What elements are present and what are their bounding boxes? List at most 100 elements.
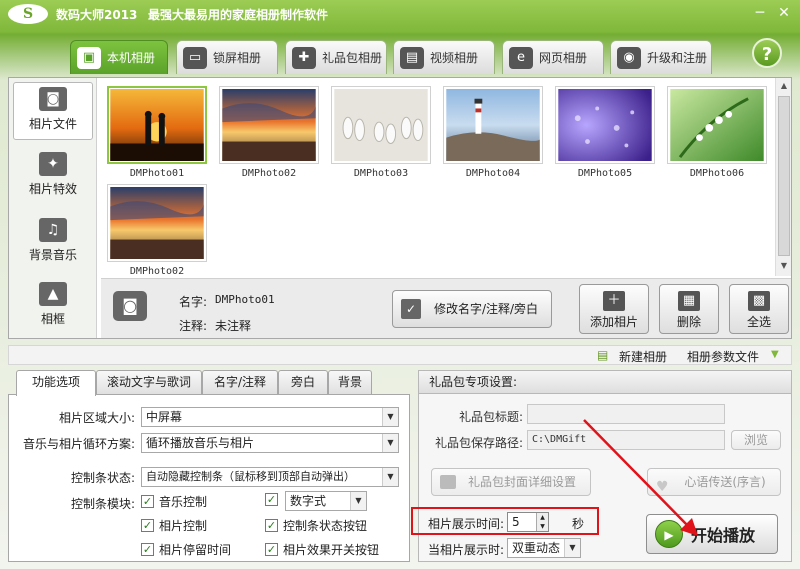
check-icon: ✓ bbox=[141, 543, 154, 556]
check-icon: ✓ bbox=[265, 543, 278, 556]
gift-icon: ✚ bbox=[292, 46, 316, 69]
nav-background-music[interactable]: ♫ 背景音乐 bbox=[13, 214, 93, 272]
tab-narration[interactable]: 旁白 bbox=[278, 370, 328, 394]
add-photo-button[interactable]: ＋ 添加相片 bbox=[579, 284, 649, 334]
minimize-button[interactable]: ─ bbox=[750, 4, 770, 22]
tab-upgrade-register[interactable]: ◉ 升级和注册 bbox=[610, 40, 712, 74]
effects-icon: ✦ bbox=[39, 152, 67, 176]
when-display-select[interactable]: 双重动态 ▼ bbox=[507, 538, 581, 558]
when-display-label: 当相片展示时: bbox=[427, 543, 504, 557]
photo-thumbnail[interactable] bbox=[107, 184, 207, 262]
button-label: 删除 bbox=[676, 315, 701, 329]
tab-local-album[interactable]: ▣ 本机相册 bbox=[70, 40, 168, 74]
note-value: 未注释 bbox=[215, 319, 252, 333]
button-label: 心语传送(序言) bbox=[684, 475, 766, 489]
photo-thumbnail[interactable] bbox=[443, 86, 543, 164]
tab-video-album[interactable]: ▤ 视频相册 bbox=[393, 40, 495, 74]
nav-photo-effects[interactable]: ✦ 相片特效 bbox=[13, 148, 93, 206]
digital-style-select[interactable]: 数字式 ▼ bbox=[285, 491, 367, 511]
nav-photo-frame[interactable]: ▲ 相框 bbox=[13, 278, 93, 336]
scroll-thumb[interactable] bbox=[778, 96, 790, 256]
digital-style-checkbox[interactable]: ✓ bbox=[265, 493, 283, 506]
delete-button[interactable]: ▦ 删除 bbox=[659, 284, 719, 334]
app-title: 数码大师2013 bbox=[56, 8, 138, 22]
button-label: 添加相片 bbox=[589, 315, 638, 329]
chevron-down-icon[interactable]: ▼ bbox=[771, 349, 779, 360]
camera-icon: ◙ bbox=[113, 291, 147, 321]
loop-scheme-label: 音乐与相片循环方案: bbox=[22, 437, 135, 451]
edit-name-note-button[interactable]: ✓ 修改名字/注释/旁白 bbox=[392, 290, 552, 328]
photo-thumbnail[interactable] bbox=[219, 86, 319, 164]
photo-grid: DMPhoto01 DMPhoto02 DMPhoto03 DMPhoto04 … bbox=[101, 80, 773, 277]
nav-label: 相片文件 bbox=[28, 117, 77, 131]
browse-button[interactable]: 浏览 bbox=[731, 430, 781, 450]
save-path-input[interactable]: C:\DMGift bbox=[527, 430, 725, 450]
tab-function-options[interactable]: 功能选项 bbox=[16, 370, 96, 396]
sunset-sea-image bbox=[110, 187, 204, 259]
tab-name-note[interactable]: 名字/注释 bbox=[202, 370, 278, 394]
tab-web-album[interactable]: e 网页相册 bbox=[502, 40, 604, 74]
album-params-link[interactable]: 相册参数文件 bbox=[687, 348, 759, 365]
stay-time-checkbox[interactable]: ✓ 相片停留时间 bbox=[141, 541, 231, 558]
checkbox-label: 相片停留时间 bbox=[159, 543, 232, 557]
photo-name: DMPhoto01 bbox=[129, 168, 185, 179]
photo-name: DMPhoto04 bbox=[465, 168, 521, 179]
heart-message-button[interactable]: ♥ 心语传送(序言) bbox=[647, 468, 781, 496]
lighthouse-image bbox=[446, 89, 540, 161]
button-label: 修改名字/注释/旁白 bbox=[433, 302, 539, 316]
start-play-button[interactable]: ▶ 开始播放 bbox=[646, 514, 778, 554]
area-size-select[interactable]: 中屏幕 ▼ bbox=[141, 407, 399, 427]
select-all-button[interactable]: ▩ 全选 bbox=[729, 284, 789, 334]
cover-settings-button[interactable]: 礼品包封面详细设置 bbox=[431, 468, 591, 496]
tab-label: 网页相册 bbox=[539, 51, 588, 65]
checkbox-label: 相片效果开关按钮 bbox=[283, 543, 380, 557]
photo-name: DMPhoto02 bbox=[129, 266, 185, 277]
photo-control-checkbox[interactable]: ✓ 相片控制 bbox=[141, 517, 207, 534]
photo-thumbnail[interactable] bbox=[331, 86, 431, 164]
effect-switch-checkbox[interactable]: ✓ 相片效果开关按钮 bbox=[265, 541, 379, 558]
area-size-label: 相片区域大小: bbox=[58, 411, 135, 425]
photo-thumbnail[interactable] bbox=[107, 86, 207, 164]
film-icon: ▤ bbox=[400, 46, 424, 69]
trash-icon: ▦ bbox=[678, 291, 700, 311]
controlbar-module-label: 控制条模块: bbox=[70, 497, 135, 511]
photo-name: DMPhoto06 bbox=[689, 168, 745, 179]
select-value: 双重动态 bbox=[512, 541, 561, 555]
chevron-down-icon: ▼ bbox=[382, 408, 398, 426]
tab-background[interactable]: 背景 bbox=[328, 370, 372, 394]
photo-album-icon: ▣ bbox=[77, 46, 101, 69]
add-photo-icon: ＋ bbox=[603, 291, 625, 311]
highlight-box bbox=[411, 507, 599, 535]
status-button-checkbox[interactable]: ✓ 控制条状态按钮 bbox=[265, 517, 367, 534]
tab-label: 礼品包相册 bbox=[322, 51, 383, 65]
loop-scheme-select[interactable]: 循环播放音乐与相片 ▼ bbox=[141, 433, 399, 453]
vertical-scrollbar[interactable]: ▲ ▼ bbox=[775, 78, 791, 276]
photo-thumbnail[interactable] bbox=[667, 86, 767, 164]
photo-thumbnail[interactable] bbox=[555, 86, 655, 164]
globe-icon: ◉ bbox=[617, 46, 641, 69]
controlbar-state-select[interactable]: 自动隐藏控制条（鼠标移到顶部自动弹出） ▼ bbox=[141, 467, 399, 487]
note-label: 注释: bbox=[179, 319, 208, 333]
purple-drops-image bbox=[558, 89, 652, 161]
camera-icon: ◙ bbox=[39, 87, 67, 111]
album-toolbar: ▤ 新建相册 相册参数文件 ▼ bbox=[8, 345, 792, 365]
package-title-input[interactable] bbox=[527, 404, 725, 424]
main-tabs: ▣ 本机相册 ▭ 锁屏相册 ✚ 礼品包相册 ▤ 视频相册 e 网页相册 ◉ 升级和注册 bbox=[0, 36, 800, 76]
close-button[interactable]: ✕ bbox=[774, 4, 794, 22]
tab-gift-album[interactable]: ✚ 礼品包相册 bbox=[285, 40, 387, 74]
nav-label: 相框 bbox=[40, 312, 65, 326]
title-bar: S 数码大师2013 最强大最易用的家庭相册制作软件 ─ ✕ bbox=[0, 0, 800, 28]
ie-browser-icon: e bbox=[509, 46, 533, 69]
scroll-down-icon[interactable]: ▼ bbox=[776, 258, 792, 274]
help-button[interactable]: ? bbox=[752, 38, 782, 68]
left-nav: ◙ 相片文件 ✦ 相片特效 ♫ 背景音乐 ▲ 相框 bbox=[9, 78, 97, 338]
tab-lockscreen-album[interactable]: ▭ 锁屏相册 bbox=[176, 40, 278, 74]
photo-name: DMPhoto03 bbox=[353, 168, 409, 179]
nav-photo-files[interactable]: ◙ 相片文件 bbox=[13, 82, 93, 140]
tab-label: 本机相册 bbox=[107, 51, 156, 65]
music-control-checkbox[interactable]: ✓ 音乐控制 bbox=[141, 493, 207, 510]
new-album-link[interactable]: 新建相册 bbox=[619, 348, 667, 365]
app-logo-icon: S bbox=[8, 4, 48, 24]
tab-scroll-text-lyrics[interactable]: 滚动文字与歌词 bbox=[96, 370, 202, 394]
scroll-up-icon[interactable]: ▲ bbox=[776, 78, 792, 94]
